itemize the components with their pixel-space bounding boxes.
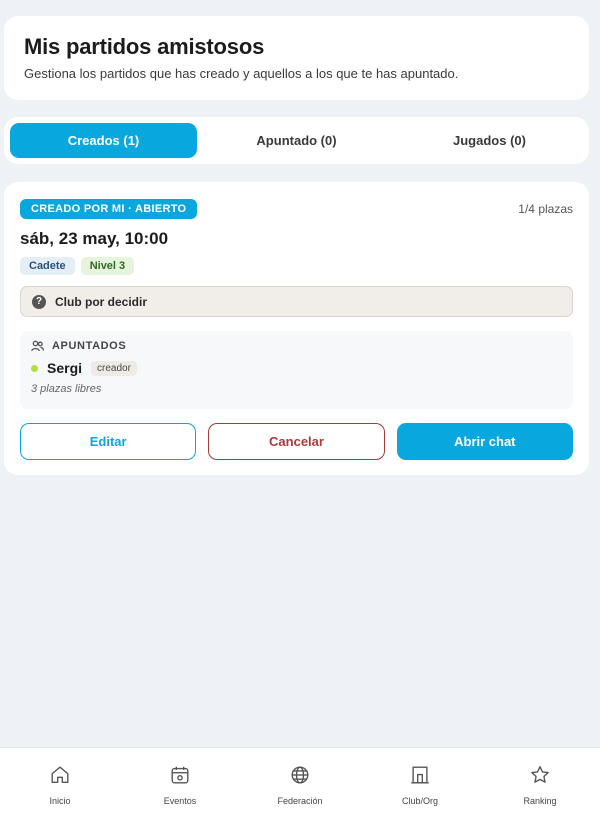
- star-icon: [531, 766, 549, 783]
- header-card: Mis partidos amistosos Gestiona los part…: [4, 16, 589, 100]
- tab-jugados[interactable]: Jugados (0): [396, 123, 583, 158]
- slots-count: 1/4 plazas: [518, 202, 573, 216]
- nav-item-federacion[interactable]: Federación: [240, 748, 360, 821]
- question-icon: ?: [32, 294, 46, 309]
- players-heading-label: APUNTADOS: [52, 340, 127, 352]
- nav-item-ranking[interactable]: Ranking: [480, 748, 600, 821]
- home-icon: [51, 766, 69, 784]
- nav-label-eventos: Eventos: [163, 796, 197, 806]
- nav-item-eventos[interactable]: Eventos: [120, 748, 240, 821]
- category-tag: Cadete: [20, 257, 75, 275]
- level-tag: Nivel 3: [80, 257, 135, 275]
- nav-label-club-org: Club/Org: [401, 796, 438, 806]
- tab-creados[interactable]: Creados (1): [10, 123, 197, 158]
- players-box: APUNTADOS Sergi creador 3 plazas libres: [20, 331, 573, 409]
- tabs-bar: Creados (1) Apuntado (0) Jugados (0): [4, 117, 589, 164]
- calendar-icon: [171, 766, 189, 784]
- club-box: ? Club por decidir: [20, 286, 573, 317]
- building-icon: [411, 766, 429, 784]
- match-date: sáb, 23 may, 10:00: [20, 229, 169, 248]
- page-subtitle: Gestiona los partidos que has creado y a…: [24, 66, 459, 81]
- nav-item-club-org[interactable]: Club/Org: [360, 748, 480, 821]
- nav-label-federacion: Federación: [277, 796, 323, 806]
- players-heading: APUNTADOS: [31, 340, 562, 352]
- tab-apuntado[interactable]: Apuntado (0): [203, 123, 390, 158]
- tags-row: Cadete Nivel 3: [20, 257, 573, 275]
- page-title: Mis partidos amistosos: [24, 34, 265, 59]
- nav-label-inicio: Inicio: [49, 796, 71, 806]
- edit-button[interactable]: Editar: [20, 423, 197, 460]
- globe-icon: [291, 766, 309, 784]
- nav-item-inicio[interactable]: Inicio: [0, 748, 120, 821]
- player-row: Sergi creador: [31, 360, 562, 376]
- role-badge: creador: [91, 360, 137, 376]
- status-badge: CREADO POR MI · ABIERTO: [20, 199, 198, 219]
- cancel-button[interactable]: Cancelar: [208, 423, 385, 460]
- bottom-nav: Inicio Eventos Federación Club/Org Ranki…: [0, 747, 600, 821]
- player-name: Sergi: [47, 360, 83, 376]
- nav-label-ranking: Ranking: [523, 796, 557, 806]
- online-dot: [31, 364, 38, 372]
- club-label: Club por decidir: [55, 294, 148, 309]
- free-slots: 3 plazas libres: [31, 383, 102, 395]
- open-chat-button[interactable]: Abrir chat: [396, 423, 573, 460]
- match-card: CREADO POR MI · ABIERTO 1/4 plazas sáb, …: [4, 182, 589, 475]
- users-icon: [31, 340, 44, 352]
- actions-row: Editar Cancelar Abrir chat: [20, 423, 573, 460]
